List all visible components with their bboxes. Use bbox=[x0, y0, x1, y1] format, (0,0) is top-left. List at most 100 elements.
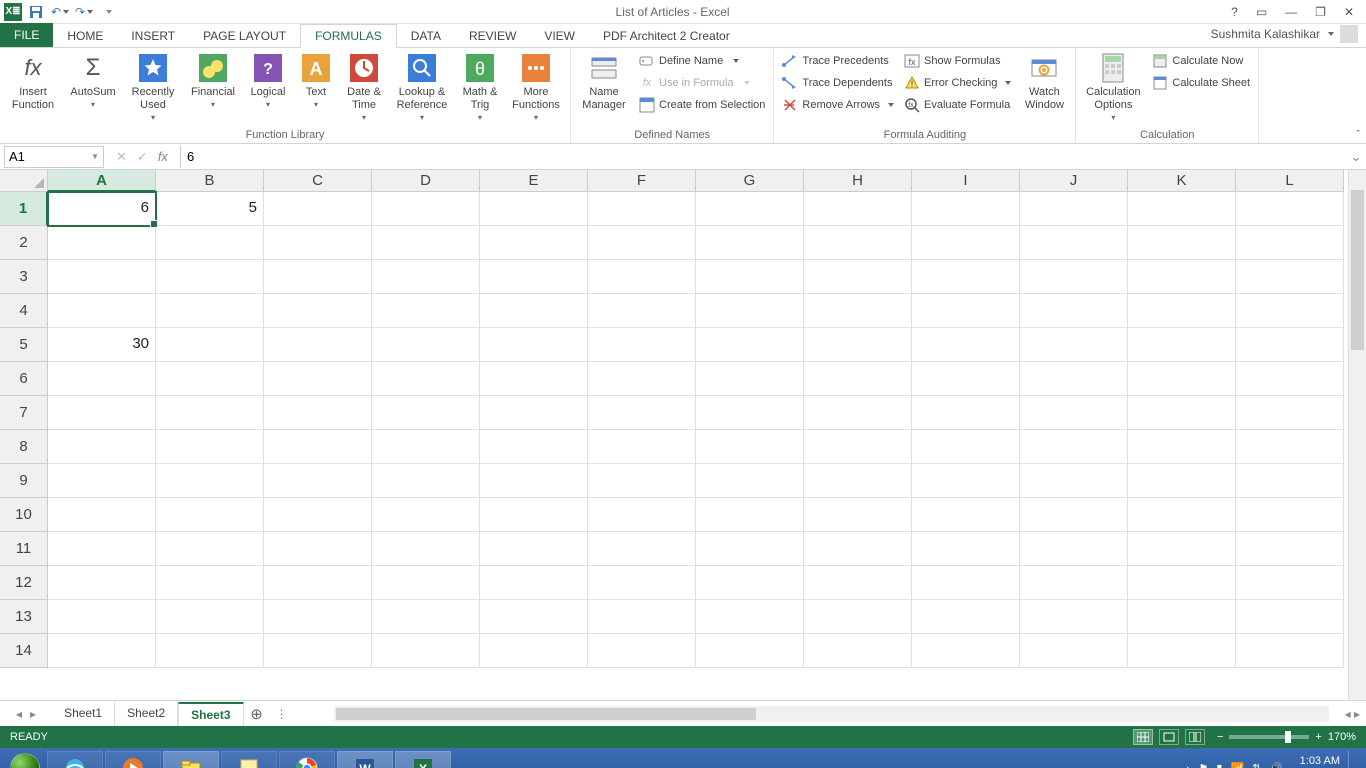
cell-l8[interactable] bbox=[1236, 430, 1344, 464]
taskbar-ie[interactable] bbox=[47, 751, 103, 768]
cell-e8[interactable] bbox=[480, 430, 588, 464]
row-header-13[interactable]: 13 bbox=[0, 600, 48, 634]
cell-c13[interactable] bbox=[264, 600, 372, 634]
cell-l1[interactable] bbox=[1236, 192, 1344, 226]
cell-g5[interactable] bbox=[696, 328, 804, 362]
cell-h10[interactable] bbox=[804, 498, 912, 532]
cell-f3[interactable] bbox=[588, 260, 696, 294]
zoom-in-button[interactable]: + bbox=[1315, 731, 1321, 743]
tray-flag-icon[interactable]: ⚑ bbox=[1199, 762, 1209, 768]
cell-f12[interactable] bbox=[588, 566, 696, 600]
undo-button[interactable]: ↶ bbox=[50, 2, 70, 22]
minimize-button[interactable]: — bbox=[1281, 5, 1301, 19]
save-button[interactable] bbox=[26, 2, 46, 22]
sheet-split-handle[interactable]: ⋮ bbox=[270, 707, 294, 721]
trace-dependents-button[interactable]: Trace Dependents bbox=[780, 72, 896, 94]
cell-c7[interactable] bbox=[264, 396, 372, 430]
cell-d2[interactable] bbox=[372, 226, 480, 260]
cell-l14[interactable] bbox=[1236, 634, 1344, 668]
calculate-now-button[interactable]: Calculate Now bbox=[1150, 50, 1252, 72]
close-button[interactable]: ✕ bbox=[1340, 5, 1358, 19]
show-formulas-button[interactable]: fxShow Formulas bbox=[902, 50, 1013, 72]
tab-pdf-architect[interactable]: PDF Architect 2 Creator bbox=[589, 25, 744, 47]
row-header-10[interactable]: 10 bbox=[0, 498, 48, 532]
row-header-2[interactable]: 2 bbox=[0, 226, 48, 260]
cell-e14[interactable] bbox=[480, 634, 588, 668]
cell-a11[interactable] bbox=[48, 532, 156, 566]
cell-l4[interactable] bbox=[1236, 294, 1344, 328]
cell-j6[interactable] bbox=[1020, 362, 1128, 396]
cell-g4[interactable] bbox=[696, 294, 804, 328]
cell-e2[interactable] bbox=[480, 226, 588, 260]
help-button[interactable]: ? bbox=[1227, 5, 1242, 19]
cell-j12[interactable] bbox=[1020, 566, 1128, 600]
name-box[interactable]: A1 ▼ bbox=[4, 146, 104, 168]
cell-e9[interactable] bbox=[480, 464, 588, 498]
column-header-l[interactable]: L bbox=[1236, 170, 1344, 192]
cell-e4[interactable] bbox=[480, 294, 588, 328]
tab-view[interactable]: VIEW bbox=[530, 25, 589, 47]
cell-l3[interactable] bbox=[1236, 260, 1344, 294]
cell-f9[interactable] bbox=[588, 464, 696, 498]
cell-b12[interactable] bbox=[156, 566, 264, 600]
cell-d1[interactable] bbox=[372, 192, 480, 226]
cell-c14[interactable] bbox=[264, 634, 372, 668]
cell-l7[interactable] bbox=[1236, 396, 1344, 430]
tray-wifi-icon[interactable]: ⇅ bbox=[1252, 762, 1261, 768]
cell-e5[interactable] bbox=[480, 328, 588, 362]
page-layout-view-button[interactable] bbox=[1159, 729, 1179, 745]
cell-d13[interactable] bbox=[372, 600, 480, 634]
logical-button[interactable]: ? Logical▾ bbox=[246, 50, 290, 109]
cell-b7[interactable] bbox=[156, 396, 264, 430]
row-header-14[interactable]: 14 bbox=[0, 634, 48, 668]
cell-b13[interactable] bbox=[156, 600, 264, 634]
cell-b6[interactable] bbox=[156, 362, 264, 396]
cell-a14[interactable] bbox=[48, 634, 156, 668]
cell-c9[interactable] bbox=[264, 464, 372, 498]
cell-a7[interactable] bbox=[48, 396, 156, 430]
cell-a12[interactable] bbox=[48, 566, 156, 600]
tab-home[interactable]: HOME bbox=[53, 25, 117, 47]
taskbar-chrome[interactable] bbox=[279, 751, 335, 768]
cell-k5[interactable] bbox=[1128, 328, 1236, 362]
cell-l13[interactable] bbox=[1236, 600, 1344, 634]
cell-k2[interactable] bbox=[1128, 226, 1236, 260]
cell-e1[interactable] bbox=[480, 192, 588, 226]
cell-h13[interactable] bbox=[804, 600, 912, 634]
cell-b5[interactable] bbox=[156, 328, 264, 362]
cell-k14[interactable] bbox=[1128, 634, 1236, 668]
cell-d3[interactable] bbox=[372, 260, 480, 294]
tab-data[interactable]: DATA bbox=[397, 25, 455, 47]
taskbar-sticky-notes[interactable] bbox=[221, 751, 277, 768]
row-header-6[interactable]: 6 bbox=[0, 362, 48, 396]
cell-g7[interactable] bbox=[696, 396, 804, 430]
cell-f14[interactable] bbox=[588, 634, 696, 668]
cell-d8[interactable] bbox=[372, 430, 480, 464]
zoom-out-button[interactable]: − bbox=[1217, 731, 1223, 743]
recently-used-button[interactable]: Recently Used▾ bbox=[126, 50, 180, 122]
cell-d9[interactable] bbox=[372, 464, 480, 498]
cell-l6[interactable] bbox=[1236, 362, 1344, 396]
taskbar-explorer[interactable] bbox=[163, 751, 219, 768]
insert-function-fx-button[interactable]: fx bbox=[158, 149, 168, 164]
cell-j3[interactable] bbox=[1020, 260, 1128, 294]
cell-k12[interactable] bbox=[1128, 566, 1236, 600]
cell-f13[interactable] bbox=[588, 600, 696, 634]
cell-b8[interactable] bbox=[156, 430, 264, 464]
column-header-h[interactable]: H bbox=[804, 170, 912, 192]
cell-d4[interactable] bbox=[372, 294, 480, 328]
tray-battery-icon[interactable]: ▮ bbox=[1216, 762, 1222, 768]
tab-insert[interactable]: INSERT bbox=[117, 25, 189, 47]
cell-j4[interactable] bbox=[1020, 294, 1128, 328]
cell-h6[interactable] bbox=[804, 362, 912, 396]
column-header-c[interactable]: C bbox=[264, 170, 372, 192]
define-name-button[interactable]: Define Name bbox=[637, 50, 767, 72]
zoom-level[interactable]: 170% bbox=[1328, 731, 1356, 743]
cell-i12[interactable] bbox=[912, 566, 1020, 600]
user-account[interactable]: Sushmita Kalashikar bbox=[1203, 21, 1366, 47]
ribbon-display-button[interactable]: ▭ bbox=[1252, 5, 1271, 19]
cell-e7[interactable] bbox=[480, 396, 588, 430]
row-header-12[interactable]: 12 bbox=[0, 566, 48, 600]
cell-i7[interactable] bbox=[912, 396, 1020, 430]
cell-j2[interactable] bbox=[1020, 226, 1128, 260]
